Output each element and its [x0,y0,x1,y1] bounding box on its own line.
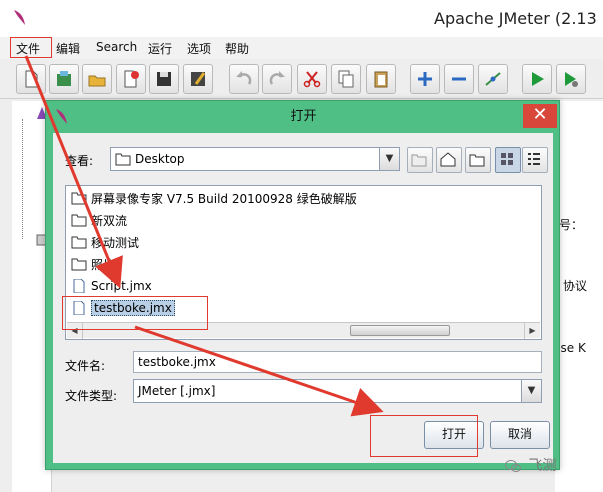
copy-icon [338,70,354,88]
collapse-icon [452,77,466,81]
start-no-pause-icon [565,72,578,87]
list-item[interactable]: Script.jmx [71,277,152,295]
watermark: 飞测 [505,455,556,475]
collapse-button[interactable] [444,64,474,94]
right-label-protocol: 协议 [563,279,588,293]
folder-icon [71,192,87,205]
up-folder-icon [411,154,427,167]
chevron-down-icon[interactable]: ▼ [521,380,541,402]
save-button[interactable] [149,64,179,94]
toggle-icon [485,72,501,86]
toolbar [0,59,603,99]
title-bar: Apache JMeter (2.13 [0,0,603,37]
file-icon [73,279,85,293]
menu-bar: 文件 编辑 Search 运行 选项 帮助 [0,37,603,59]
folder-icon [71,214,87,227]
paste-button[interactable] [366,64,396,94]
redo-icon [269,71,285,85]
right-label-use: Jse K [557,341,586,355]
folder-icon [71,258,87,271]
scrollbar-thumb[interactable] [350,325,450,336]
folder-icon [115,153,131,166]
look-in-value: Desktop [135,152,185,166]
home-icon [440,152,456,167]
cut-icon [303,71,321,88]
open-button[interactable] [82,64,112,94]
file-type-label: 文件类型: [65,389,118,403]
cut-button[interactable] [297,64,327,94]
jmeter-feather-icon [14,10,25,25]
new-button[interactable] [16,64,46,94]
list-item[interactable]: 屏幕录像专家 V7.5 Build 20100928 绿色破解版 [71,189,357,207]
menu-help[interactable]: 帮助 [225,40,249,57]
templates-button[interactable] [49,64,79,94]
menu-edit[interactable]: 编辑 [56,40,80,57]
watermark-text: 飞测 [528,458,557,474]
list-item[interactable]: 新双流 [71,211,127,229]
save-as-button[interactable] [183,64,213,94]
save-as-icon [191,72,206,86]
window-title: Apache JMeter (2.13 [434,9,597,28]
close-button[interactable] [116,64,146,94]
details-view-icon [528,153,540,165]
dialog-close-button[interactable]: ✕ [523,104,557,128]
annotation-box-open-button [370,415,478,457]
annotation-box-selected-file [62,296,208,330]
redo-button[interactable] [262,64,292,94]
start-no-pause-button[interactable] [556,64,586,94]
up-one-level-button[interactable] [407,147,433,173]
right-label-number: 号： [559,218,584,232]
list-item[interactable]: 照片 [71,255,115,273]
start-button[interactable] [522,64,552,94]
close-icon [124,70,139,88]
file-name-label: 文件名: [65,359,106,373]
close-icon: ✕ [532,104,548,125]
undo-button[interactable] [229,64,259,94]
new-icon [25,70,38,88]
new-folder-button[interactable] [465,147,491,173]
open-file-dialog: 打开 ✕ 查看: Desktop ▼ 屏幕录像专家 V7.5 Build 201… [45,100,560,470]
details-view-button[interactable] [522,147,548,173]
look-in-select[interactable]: Desktop ▼ [110,147,400,171]
toggle-button[interactable] [478,64,508,94]
expand-icon [418,72,432,86]
home-button[interactable] [436,147,462,173]
menu-search[interactable]: Search [96,40,137,54]
save-icon [157,72,171,86]
copy-button[interactable] [331,64,361,94]
new-folder-icon [469,154,485,167]
start-icon [532,72,544,86]
expand-button[interactable] [410,64,440,94]
wechat-icon [505,460,521,472]
chevron-down-icon[interactable]: ▼ [379,148,399,170]
look-in-label: 查看: [65,154,94,168]
list-view-button[interactable] [495,147,521,173]
folder-icon [71,236,87,249]
templates-icon [57,71,71,86]
undo-icon [236,71,252,85]
list-item[interactable]: 移动测试 [71,233,139,251]
right-config-panel: 号： 协议 Jse K [555,101,603,492]
menu-run[interactable]: 运行 [148,40,172,57]
scroll-right-icon[interactable]: ▶ [524,323,540,339]
dialog-title: 打开 [290,109,317,124]
file-name-input[interactable] [133,351,542,373]
open-icon [88,75,106,87]
menu-options[interactable]: 选项 [187,40,211,57]
list-view-icon [501,153,513,165]
file-type-value: JMeter [.jmx] [138,384,216,398]
annotation-box-file-menu [10,37,52,58]
file-type-select[interactable]: JMeter [.jmx] ▼ [133,379,542,403]
cancel-button[interactable]: 取消 [490,421,550,449]
paste-icon [374,71,388,88]
